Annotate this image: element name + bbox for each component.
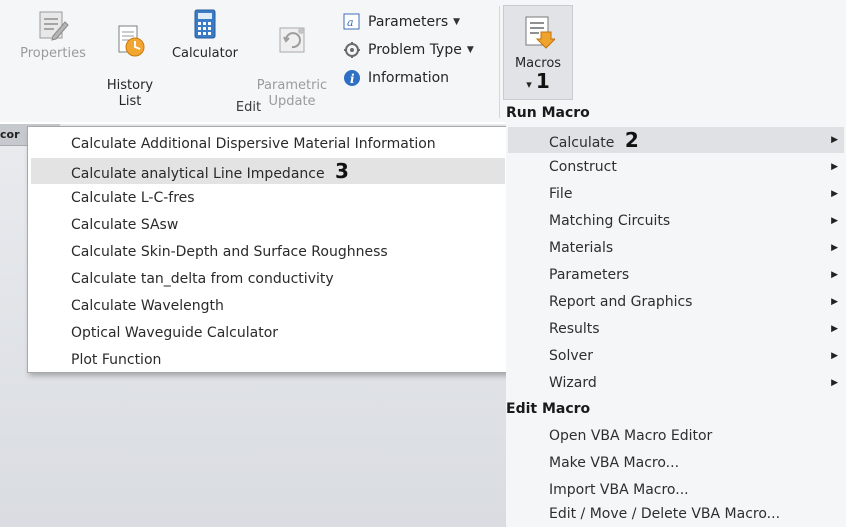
calculator-icon	[194, 9, 216, 39]
menu-item-wizard[interactable]: Wizard ▶	[508, 370, 844, 396]
submenu-arrow-icon: ▶	[831, 162, 838, 172]
submenu-arrow-icon: ▶	[831, 297, 838, 307]
menu-item-import-vba-macro[interactable]: Import VBA Macro...	[508, 477, 844, 503]
menu-item-label: Calculate	[549, 135, 615, 151]
menu-item-calculate[interactable]: Calculate 2 ▶	[508, 127, 844, 153]
parameters-icon: a	[343, 13, 360, 30]
submenu-item-label: Calculate tan_delta from conductivity	[71, 271, 334, 287]
submenu-item-label: Calculate L-C-fres	[71, 190, 195, 206]
edit-macro-header: Edit Macro	[506, 401, 591, 417]
submenu-item-label: Calculate analytical Line Impedance	[71, 166, 325, 182]
menu-item-label: Construct	[549, 159, 617, 175]
problem-type-caret-icon: ▼	[466, 45, 474, 55]
info-icon: i	[344, 70, 360, 86]
menu-item-materials[interactable]: Materials ▶	[508, 235, 844, 261]
menu-item-label: Make VBA Macro...	[549, 455, 680, 471]
submenu-item-label: Optical Waveguide Calculator	[71, 325, 279, 341]
information-label: Information	[368, 70, 450, 86]
parameters-label: Parameters	[368, 14, 449, 30]
menu-item-label: Results	[549, 321, 600, 337]
callout-1: 1	[535, 69, 550, 93]
parameters-caret-icon: ▼	[453, 17, 461, 27]
submenu-item-line-impedance[interactable]: Calculate analytical Line Impedance 3	[31, 158, 505, 184]
submenu-arrow-icon: ▶	[831, 351, 838, 361]
parametric-update-button[interactable]: Parametric Update	[250, 8, 334, 110]
properties-label: Properties	[20, 46, 86, 61]
menu-item-make-vba-macro[interactable]: Make VBA Macro...	[508, 450, 844, 476]
menu-item-open-vba-editor[interactable]: Open VBA Macro Editor	[508, 423, 844, 449]
menu-item-results[interactable]: Results ▶	[508, 316, 844, 342]
history-list-button[interactable]: History List	[100, 8, 160, 110]
callout-3: 3	[335, 159, 349, 183]
parameters-button[interactable]: a Parameters ▼	[342, 11, 460, 33]
macros-icon	[525, 16, 555, 49]
submenu-item-l-c-fres[interactable]: Calculate L-C-fres	[31, 185, 505, 211]
menu-item-label: File	[549, 186, 573, 202]
submenu-arrow-icon: ▶	[831, 135, 838, 145]
submenu-item-label: Calculate Wavelength	[71, 298, 224, 314]
submenu-item-sasw[interactable]: Calculate SAsw	[31, 212, 505, 238]
calculator-label: Calculator	[171, 46, 238, 61]
ribbon-separator	[499, 6, 500, 118]
submenu-item-label: Calculate Additional Dispersive Material…	[71, 136, 436, 152]
edit-group-label: Edit	[235, 100, 262, 115]
menu-item-label: Report and Graphics	[549, 294, 693, 310]
calculate-submenu: Calculate Additional Dispersive Material…	[27, 126, 509, 373]
menu-item-parameters[interactable]: Parameters ▶	[508, 262, 844, 288]
menu-item-label: Matching Circuits	[549, 213, 671, 229]
submenu-arrow-icon: ▶	[831, 243, 838, 253]
parametric-update-icon	[279, 27, 305, 53]
properties-button[interactable]: Properties	[10, 8, 96, 62]
submenu-arrow-icon: ▶	[831, 189, 838, 199]
menu-item-label: Solver	[549, 348, 593, 364]
macros-button[interactable]: Macros ▾ 1	[503, 5, 573, 100]
submenu-item-tan-delta[interactable]: Calculate tan_delta from conductivity	[31, 266, 505, 292]
svg-text:a: a	[347, 16, 354, 29]
menu-item-solver[interactable]: Solver ▶	[508, 343, 844, 369]
submenu-item-additional-dispersive[interactable]: Calculate Additional Dispersive Material…	[31, 131, 505, 157]
menu-item-construct[interactable]: Construct ▶	[508, 154, 844, 180]
submenu-item-optical-waveguide[interactable]: Optical Waveguide Calculator	[31, 320, 505, 346]
menu-item-label: Open VBA Macro Editor	[549, 428, 713, 444]
callout-2: 2	[624, 128, 639, 152]
information-button[interactable]: i Information	[342, 67, 449, 89]
menu-item-matching-circuits[interactable]: Matching Circuits ▶	[508, 208, 844, 234]
menu-item-label: Wizard	[549, 375, 597, 391]
submenu-item-skin-depth[interactable]: Calculate Skin-Depth and Surface Roughne…	[31, 239, 505, 265]
menu-item-label: Materials	[549, 240, 614, 256]
menu-item-label: Import VBA Macro...	[549, 482, 689, 498]
menu-item-file[interactable]: File ▶	[508, 181, 844, 207]
submenu-item-label: Plot Function	[71, 352, 162, 368]
submenu-arrow-icon: ▶	[831, 270, 838, 280]
submenu-arrow-icon: ▶	[831, 216, 838, 226]
submenu-arrow-icon: ▶	[831, 324, 838, 334]
run-macro-header: Run Macro	[506, 105, 590, 121]
menu-item-label: Parameters	[549, 267, 630, 283]
problem-type-label: Problem Type	[368, 42, 462, 58]
svg-text:i: i	[350, 72, 355, 86]
gear-icon	[344, 42, 360, 58]
properties-icon	[39, 11, 69, 41]
history-list-icon	[118, 25, 145, 57]
menu-item-edit-move-delete-vba-macro[interactable]: Edit / Move / Delete VBA Macro...	[508, 501, 844, 527]
problem-type-button[interactable]: Problem Type ▼	[342, 39, 474, 61]
submenu-item-plot-function[interactable]: Plot Function	[31, 347, 505, 373]
submenu-item-wavelength[interactable]: Calculate Wavelength	[31, 293, 505, 319]
menu-item-label: Edit / Move / Delete VBA Macro...	[549, 506, 781, 522]
submenu-item-label: Calculate Skin-Depth and Surface Roughne…	[71, 244, 388, 260]
menu-item-report-and-graphics[interactable]: Report and Graphics ▶	[508, 289, 844, 315]
calculator-button[interactable]: Calculator	[166, 8, 244, 62]
submenu-item-label: Calculate SAsw	[71, 217, 179, 233]
macros-caret-icon: ▾	[526, 78, 532, 91]
tab-label: cor	[0, 128, 20, 141]
submenu-arrow-icon: ▶	[831, 378, 838, 388]
